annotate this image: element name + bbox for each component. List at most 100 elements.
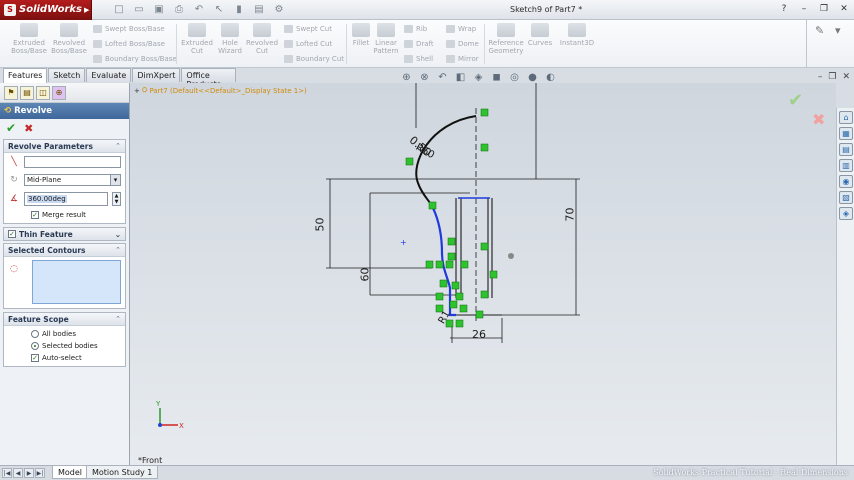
undo-icon[interactable]: ↶ — [192, 3, 206, 16]
selected-bodies-option[interactable]: Selected bodies — [4, 340, 125, 352]
curves-button[interactable]: Curves — [527, 23, 553, 47]
tab-evaluate[interactable]: Evaluate — [86, 68, 132, 82]
forum-icon[interactable]: ◈ — [839, 207, 853, 220]
linear-pattern-button[interactable]: Linear Pattern — [372, 23, 400, 55]
cancel-button[interactable]: ✖ — [24, 122, 33, 135]
lofted-cut-button[interactable]: Lofted Cut — [284, 40, 332, 48]
view-orientation-icon[interactable]: ◈ — [472, 72, 485, 83]
home-icon[interactable]: ⌂ — [839, 111, 853, 124]
selected-contours-list[interactable] — [32, 260, 121, 304]
revolved-boss-button[interactable]: Revolved Boss/Base — [50, 23, 88, 55]
hole-wizard-button[interactable]: Hole Wizard — [215, 23, 245, 55]
confirmation-cancel-icon[interactable]: ✖ — [812, 110, 825, 129]
all-bodies-option[interactable]: All bodies — [4, 326, 125, 340]
auto-select-checkbox[interactable]: ✓ — [31, 354, 39, 362]
tile-close-icon[interactable]: ✕ — [842, 72, 850, 82]
menu-arrow-icon[interactable]: ▶ — [84, 6, 89, 14]
new-doc-icon[interactable]: □ — [112, 3, 126, 16]
zoom-to-fit-icon[interactable]: ⊕ — [400, 72, 413, 83]
minimize-button[interactable]: – — [798, 3, 810, 15]
swept-cut-button[interactable]: Swept Cut — [284, 25, 332, 33]
configuration-manager-icon[interactable]: ◫ — [36, 86, 50, 100]
tab-dimxpert[interactable]: DimXpert — [132, 68, 181, 82]
extruded-cut-button[interactable]: Extruded Cut — [180, 23, 214, 55]
sketch-canvas[interactable]: + Y X — [130, 83, 836, 465]
lofted-boss-button[interactable]: Lofted Boss/Base — [93, 40, 165, 48]
property-manager-icon[interactable]: ▤ — [20, 86, 34, 100]
section-view-icon[interactable]: ◧ — [454, 72, 467, 83]
revolve-type-select[interactable]: Mid-Plane — [24, 174, 121, 186]
select-icon[interactable]: ↖ — [212, 3, 226, 16]
file-properties-icon[interactable]: ▤ — [252, 3, 266, 16]
mirror-button[interactable]: Mirror — [446, 55, 479, 63]
thin-feature-header[interactable]: ✓ Thin Feature ⌄ — [3, 227, 126, 241]
selected-bodies-radio[interactable] — [31, 342, 39, 350]
prev-tab-icon[interactable]: ◀ — [13, 468, 23, 478]
dome-button[interactable]: Dome — [446, 40, 479, 48]
instant3d-button[interactable]: Instant3D — [559, 23, 595, 47]
design-library-icon[interactable]: ▦ — [839, 127, 853, 140]
feature-tree-root[interactable]: + ⛭ Part7 (Default<<Default>_Display Sta… — [134, 86, 307, 95]
dimension-50[interactable]: 50 — [314, 218, 327, 232]
apply-scene-icon[interactable]: ◐ — [544, 72, 557, 83]
tab-office-products[interactable]: Office Products — [181, 68, 236, 89]
merge-result-checkbox[interactable]: ✓ — [31, 211, 39, 219]
tile-restore-icon[interactable]: ❐ — [828, 72, 836, 82]
feature-scope-header[interactable]: Feature Scope ⌃ — [4, 313, 125, 326]
tab-model[interactable]: Model — [52, 466, 89, 479]
first-tab-icon[interactable]: |◀ — [2, 468, 12, 478]
reverse-direction-icon[interactable]: ↻ — [8, 175, 20, 185]
custom-properties-icon[interactable]: ▧ — [839, 191, 853, 204]
tab-features[interactable]: Features — [3, 68, 48, 83]
angle-input[interactable]: 360.00deg — [24, 192, 108, 206]
open-icon[interactable]: ▭ — [132, 3, 146, 16]
dimension-60[interactable]: 60 — [359, 268, 372, 282]
dropdown-icon[interactable]: ▾ — [835, 24, 841, 37]
hide-show-icon[interactable]: ◎ — [508, 72, 521, 83]
draft-button[interactable]: Draft — [404, 40, 434, 48]
file-explorer-icon[interactable]: ▤ — [839, 143, 853, 156]
rib-button[interactable]: Rib — [404, 25, 427, 33]
display-style-icon[interactable]: ◼ — [490, 72, 503, 83]
tab-motion-study-1[interactable]: Motion Study 1 — [86, 466, 159, 479]
collapse-chevron-icon[interactable]: ⌃ — [115, 142, 121, 150]
edit-appearance-icon[interactable]: ● — [526, 72, 539, 83]
zoom-area-icon[interactable]: ⊗ — [418, 72, 431, 83]
feature-manager-icon[interactable]: ⚑ — [4, 86, 18, 100]
all-bodies-radio[interactable] — [31, 330, 39, 338]
dimension-70[interactable]: 70 — [564, 208, 577, 222]
expand-chevron-icon[interactable]: ⌄ — [115, 230, 121, 239]
previous-view-icon[interactable]: ↶ — [436, 72, 449, 83]
expand-icon[interactable]: + — [134, 87, 140, 95]
appearances-icon[interactable]: ◉ — [839, 175, 853, 188]
graphics-area[interactable]: + Y X — [130, 83, 836, 465]
merge-result-row[interactable]: ✓ Merge result — [4, 209, 125, 223]
view-palette-icon[interactable]: ▥ — [839, 159, 853, 172]
revolve-parameters-header[interactable]: Revolve Parameters ⌃ — [4, 140, 125, 153]
collapse-chevron-icon[interactable]: ⌃ — [115, 315, 121, 323]
extruded-boss-button[interactable]: Extruded Boss/Base — [10, 23, 48, 55]
thin-feature-checkbox[interactable]: ✓ — [8, 230, 16, 238]
ok-button[interactable]: ✔ — [6, 121, 16, 135]
print-icon[interactable]: ⎙ — [172, 3, 186, 16]
reference-geometry-button[interactable]: Reference Geometry — [486, 23, 526, 55]
wrap-button[interactable]: Wrap — [446, 25, 476, 33]
auto-select-option[interactable]: ✓ Auto-select — [4, 352, 125, 366]
restore-button[interactable]: ❐ — [818, 3, 830, 15]
confirmation-ok-icon[interactable]: ✔ — [788, 90, 803, 111]
boundary-boss-button[interactable]: Boundary Boss/Base — [93, 55, 177, 63]
app-logo-menu[interactable]: S SolidWorks ▶ — [0, 0, 92, 20]
shell-button[interactable]: Shell — [404, 55, 433, 63]
last-tab-icon[interactable]: ▶| — [35, 468, 45, 478]
tile-minimize-icon[interactable]: – — [818, 72, 823, 82]
dimension-26[interactable]: 26 — [472, 328, 486, 341]
collapse-chevron-icon[interactable]: ⌃ — [115, 246, 121, 254]
fillet-button[interactable]: Fillet — [350, 23, 372, 47]
rebuild-icon[interactable]: ▮ — [232, 3, 246, 16]
axis-of-revolution-field[interactable] — [24, 156, 121, 168]
revolved-cut-button[interactable]: Revolved Cut — [245, 23, 279, 55]
tab-sketch[interactable]: Sketch — [48, 68, 86, 82]
dimxpert-manager-icon[interactable]: ⊕ — [52, 86, 66, 100]
help-search-icon[interactable]: ? — [778, 3, 790, 15]
save-icon[interactable]: ▣ — [152, 3, 166, 16]
